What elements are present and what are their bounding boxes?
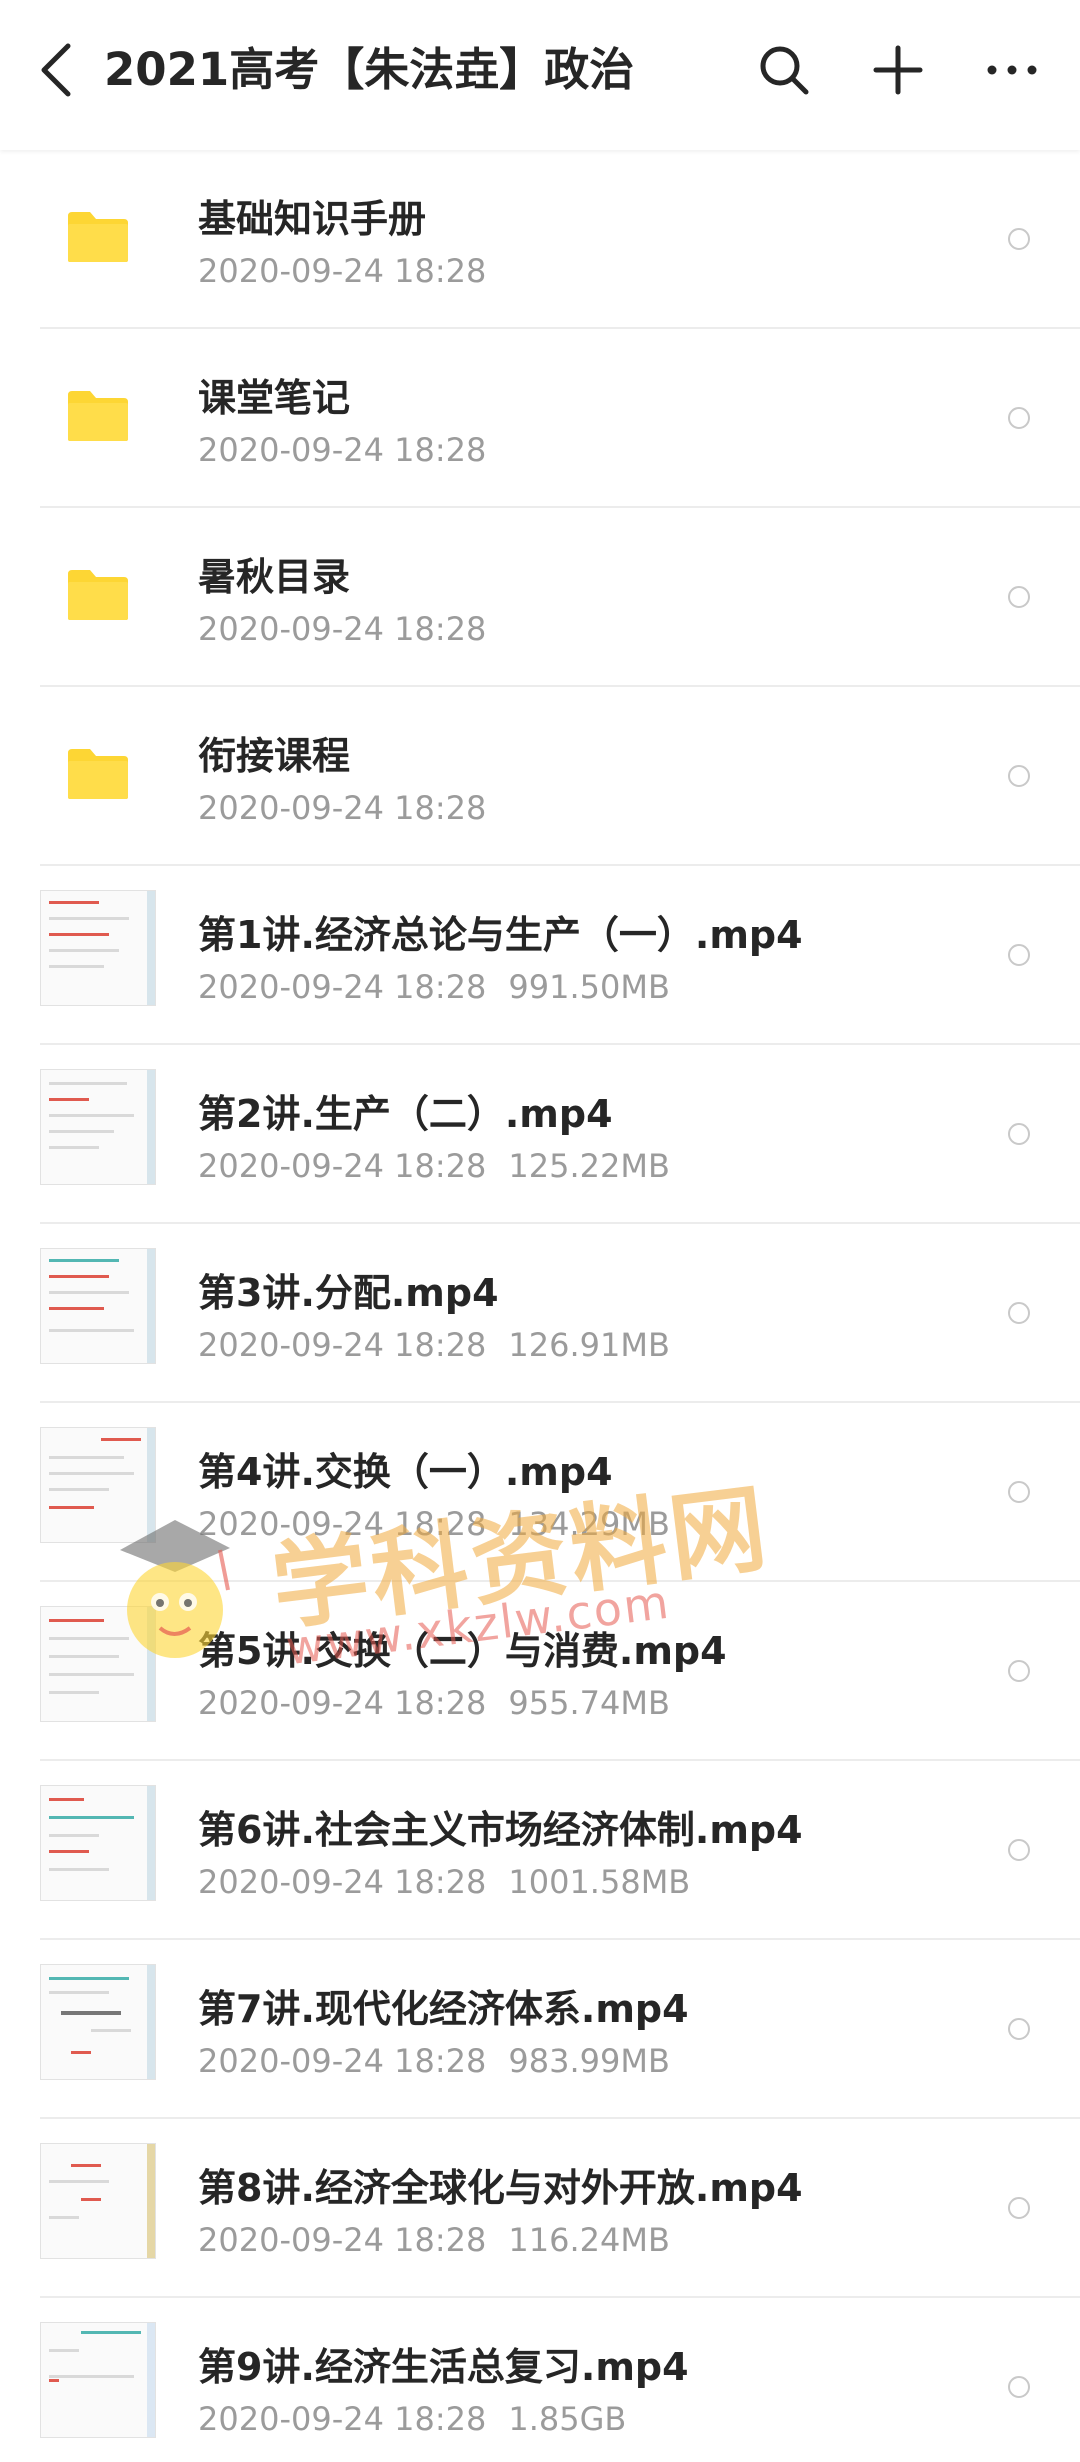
video-thumbnail: [40, 1785, 156, 1901]
video-thumbnail: [40, 2143, 156, 2259]
list-item-video[interactable]: 第7讲.现代化经济体系.mp4 2020-09-24 18:28 983.99MB: [0, 1940, 1080, 2119]
item-name: 第6讲.社会主义市场经济体制.mp4: [198, 1808, 803, 1852]
list-item-video[interactable]: 第4讲.交换（一）.mp4 2020-09-24 18:28 134.29MB: [0, 1403, 1080, 1582]
item-meta: 2020-09-24 18:28: [198, 610, 508, 648]
item-name: 第2讲.生产（二）.mp4: [198, 1092, 613, 1136]
back-arrow-icon: [41, 43, 71, 97]
page-title: 2021高考【朱法垚】政治: [104, 43, 635, 96]
item-date: 2020-09-24 18:28: [198, 1505, 487, 1543]
list-item-video[interactable]: 第1讲.经济总论与生产（一）.mp4 2020-09-24 18:28 991.5…: [0, 866, 1080, 1045]
item-size: 1001.58MB: [508, 1863, 691, 1901]
select-checkbox[interactable]: [1008, 765, 1030, 787]
item-name: 第7讲.现代化经济体系.mp4: [198, 1987, 689, 2031]
list-item-folder[interactable]: 暑秋目录 2020-09-24 18:28: [0, 508, 1080, 687]
item-name: 第5讲.交换（二）与消费.mp4: [198, 1629, 727, 1673]
list-item-folder[interactable]: 衔接课程 2020-09-24 18:28: [0, 687, 1080, 866]
video-thumbnail: [40, 1069, 156, 1185]
item-date: 2020-09-24 18:28: [198, 1326, 487, 1364]
select-checkbox[interactable]: [1008, 228, 1030, 250]
folder-icon: [68, 570, 128, 620]
item-meta: 2020-09-24 18:28 1.85GB: [198, 2400, 648, 2438]
file-list: 基础知识手册 2020-09-24 18:28 课堂笔记 2020-09-24 …: [0, 150, 1080, 2462]
item-size: 983.99MB: [508, 2042, 670, 2080]
select-checkbox[interactable]: [1008, 2018, 1030, 2040]
item-size: 991.50MB: [508, 968, 670, 1006]
item-date: 2020-09-24 18:28: [198, 968, 487, 1006]
item-meta: 2020-09-24 18:28: [198, 252, 508, 290]
folder-icon: [68, 391, 128, 441]
select-checkbox[interactable]: [1008, 586, 1030, 608]
folder-icon: [68, 212, 128, 262]
item-name: 第9讲.经济生活总复习.mp4: [198, 2345, 689, 2389]
item-date: 2020-09-24 18:28: [198, 1147, 487, 1185]
more-icon: [987, 65, 1037, 75]
list-item-folder[interactable]: 基础知识手册 2020-09-24 18:28: [0, 150, 1080, 329]
item-date: 2020-09-24 18:28: [198, 431, 487, 469]
select-checkbox[interactable]: [1008, 2197, 1030, 2219]
list-item-video[interactable]: 第5讲.交换（二）与消费.mp4 2020-09-24 18:28 955.74M…: [0, 1582, 1080, 1761]
item-name: 课堂笔记: [198, 376, 351, 420]
item-date: 2020-09-24 18:28: [198, 789, 487, 827]
select-checkbox[interactable]: [1008, 2376, 1030, 2398]
item-name: 基础知识手册: [198, 197, 427, 241]
item-size: 1.85GB: [508, 2400, 627, 2438]
search-button[interactable]: [744, 30, 824, 110]
item-date: 2020-09-24 18:28: [198, 2221, 487, 2259]
list-item-video[interactable]: 第2讲.生产（二）.mp4 2020-09-24 18:28 125.22MB: [0, 1045, 1080, 1224]
item-meta: 2020-09-24 18:28 955.74MB: [198, 1684, 692, 1722]
item-size: 125.22MB: [508, 1147, 670, 1185]
item-size: 134.29MB: [508, 1505, 670, 1543]
select-checkbox[interactable]: [1008, 1839, 1030, 1861]
list-item-video[interactable]: 第8讲.经济全球化与对外开放.mp4 2020-09-24 18:28 116.2…: [0, 2119, 1080, 2298]
folder-icon: [68, 749, 128, 799]
item-meta: 2020-09-24 18:28 126.91MB: [198, 1326, 692, 1364]
list-item-video[interactable]: 第3讲.分配.mp4 2020-09-24 18:28 126.91MB: [0, 1224, 1080, 1403]
item-meta: 2020-09-24 18:28 116.24MB: [198, 2221, 692, 2259]
item-name: 第3讲.分配.mp4: [198, 1271, 499, 1315]
item-name: 第4讲.交换（一）.mp4: [198, 1450, 613, 1494]
select-checkbox[interactable]: [1008, 1302, 1030, 1324]
video-thumbnail: [40, 1964, 156, 2080]
item-meta: 2020-09-24 18:28 983.99MB: [198, 2042, 692, 2080]
item-meta: 2020-09-24 18:28: [198, 431, 508, 469]
item-meta: 2020-09-24 18:28 1001.58MB: [198, 1863, 712, 1901]
file-browser-screen: 2021高考【朱法垚】政治 基础知识手册 2020-09-24 18:28 课堂…: [0, 0, 1080, 2462]
add-button[interactable]: [858, 30, 938, 110]
item-size: 116.24MB: [508, 2221, 670, 2259]
list-item-video[interactable]: 第9讲.经济生活总复习.mp4 2020-09-24 18:28 1.85GB: [0, 2298, 1080, 2462]
item-meta: 2020-09-24 18:28 134.29MB: [198, 1505, 692, 1543]
item-date: 2020-09-24 18:28: [198, 1684, 487, 1722]
top-app-bar: 2021高考【朱法垚】政治: [0, 0, 1080, 150]
item-name: 第1讲.经济总论与生产（一）.mp4: [198, 913, 803, 957]
video-thumbnail: [40, 890, 156, 1006]
item-date: 2020-09-24 18:28: [198, 1863, 487, 1901]
select-checkbox[interactable]: [1008, 944, 1030, 966]
list-item-folder[interactable]: 课堂笔记 2020-09-24 18:28: [0, 329, 1080, 508]
item-name: 衔接课程: [198, 734, 351, 778]
item-date: 2020-09-24 18:28: [198, 2400, 487, 2438]
item-date: 2020-09-24 18:28: [198, 252, 487, 290]
item-date: 2020-09-24 18:28: [198, 2042, 487, 2080]
list-item-video[interactable]: 第6讲.社会主义市场经济体制.mp4 2020-09-24 18:28 1001.…: [0, 1761, 1080, 1940]
back-button[interactable]: [24, 30, 88, 110]
search-icon: [760, 46, 809, 95]
select-checkbox[interactable]: [1008, 1123, 1030, 1145]
item-meta: 2020-09-24 18:28: [198, 789, 508, 827]
video-thumbnail: [40, 1248, 156, 1364]
select-checkbox[interactable]: [1008, 407, 1030, 429]
item-meta: 2020-09-24 18:28 125.22MB: [198, 1147, 692, 1185]
item-name: 暑秋目录: [198, 555, 351, 599]
video-thumbnail: [40, 1606, 156, 1722]
item-meta: 2020-09-24 18:28 991.50MB: [198, 968, 692, 1006]
item-size: 126.91MB: [508, 1326, 670, 1364]
video-thumbnail: [40, 1427, 156, 1543]
item-size: 955.74MB: [508, 1684, 670, 1722]
add-icon: [873, 45, 923, 95]
item-date: 2020-09-24 18:28: [198, 610, 487, 648]
video-thumbnail: [40, 2322, 156, 2438]
select-checkbox[interactable]: [1008, 1660, 1030, 1682]
item-name: 第8讲.经济全球化与对外开放.mp4: [198, 2166, 803, 2210]
more-options-button[interactable]: [972, 30, 1052, 110]
select-checkbox[interactable]: [1008, 1481, 1030, 1503]
